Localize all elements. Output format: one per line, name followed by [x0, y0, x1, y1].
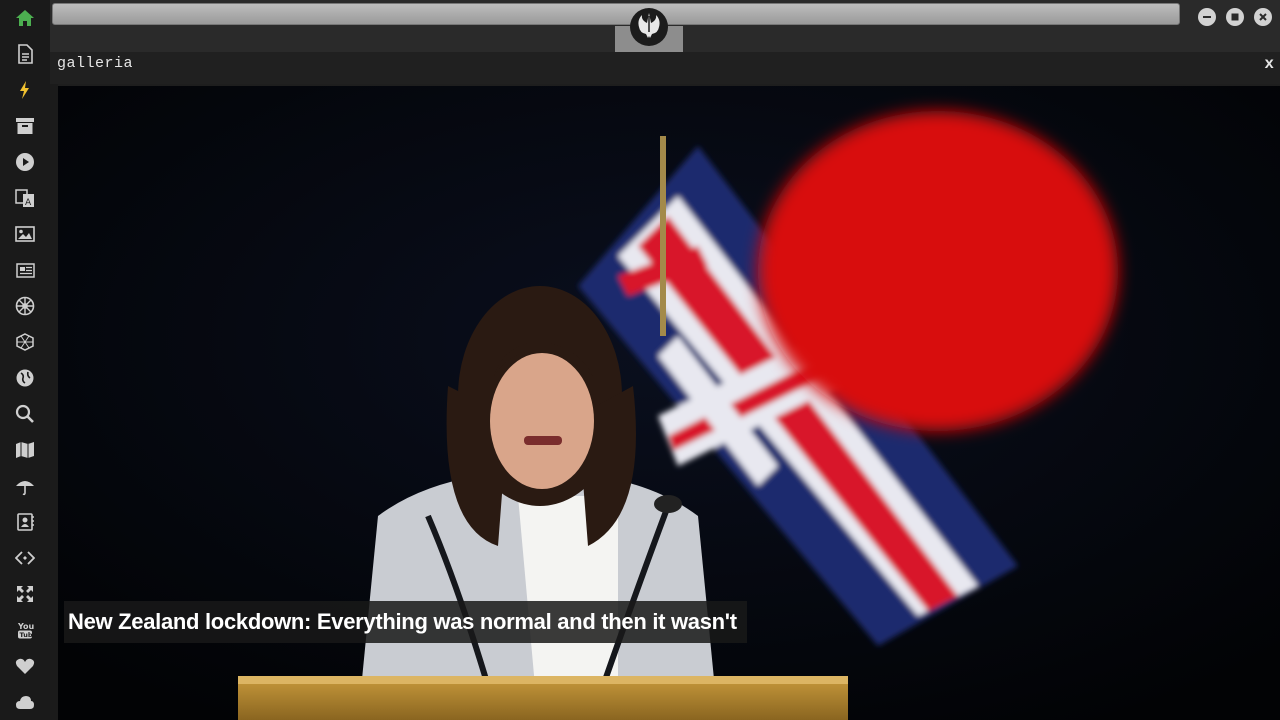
code-icon[interactable]	[13, 546, 37, 570]
play-icon[interactable]	[13, 150, 37, 174]
top-bar	[50, 0, 1280, 52]
umbrella-icon[interactable]	[13, 474, 37, 498]
heart-icon[interactable]	[13, 654, 37, 678]
image-icon[interactable]	[13, 222, 37, 246]
panel-close-button[interactable]: x	[1264, 55, 1274, 73]
panel-gutter	[50, 84, 58, 720]
empire-icon[interactable]	[13, 294, 37, 318]
hexagon-icon[interactable]	[13, 330, 37, 354]
panel-title: galleria	[57, 55, 134, 72]
minimize-button[interactable]	[1198, 8, 1216, 26]
cloud-icon[interactable]	[13, 690, 37, 714]
search-icon[interactable]	[13, 402, 37, 426]
document-icon[interactable]	[13, 42, 37, 66]
archive-icon[interactable]	[13, 114, 37, 138]
translate-icon[interactable]: A	[13, 186, 37, 210]
youtube-icon[interactable]: You Tube	[13, 618, 37, 642]
svg-text:You: You	[17, 622, 35, 631]
home-icon[interactable]	[13, 6, 37, 30]
map-icon[interactable]	[13, 438, 37, 462]
address-bar[interactable]	[52, 3, 1180, 25]
svg-text:Tube: Tube	[20, 631, 36, 639]
sidebar: A You Tube	[0, 0, 51, 720]
close-window-button[interactable]	[1254, 8, 1272, 26]
svg-text:A: A	[25, 198, 32, 208]
gallery-view: New Zealand lockdown: Everything was nor…	[58, 86, 1280, 720]
lightning-icon[interactable]	[13, 78, 37, 102]
rebel-alliance-logo-icon	[628, 6, 670, 48]
panel-header: galleria x	[50, 52, 1280, 84]
contact-book-icon[interactable]	[13, 510, 37, 534]
globe-icon[interactable]	[13, 366, 37, 390]
gallery-caption: New Zealand lockdown: Everything was nor…	[64, 601, 747, 643]
newspaper-icon[interactable]	[13, 258, 37, 282]
expand-icon[interactable]	[13, 582, 37, 606]
maximize-button[interactable]	[1226, 8, 1244, 26]
